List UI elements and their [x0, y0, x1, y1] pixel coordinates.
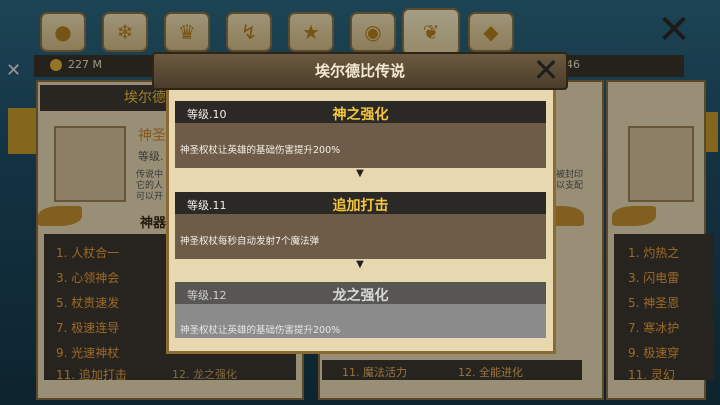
- close-icon[interactable]: ✕: [528, 54, 564, 88]
- chevron-down-icon: ▼: [356, 168, 364, 179]
- upgrade-name: 神之强化: [332, 107, 389, 123]
- upgrade-description: 神圣权杖让英雄的基础伤害提升200%: [180, 145, 341, 156]
- dialog-title: 埃尔德比传说: [314, 62, 405, 80]
- upgrade-description: 神圣权杖每秒自动发射7个魔法弹: [180, 236, 320, 247]
- chevron-down-icon: ▼: [356, 259, 364, 270]
- upgrade-name: 龙之强化: [332, 288, 389, 304]
- upgrade-name: 追加打击: [332, 198, 389, 214]
- upgrade-description: 神圣权杖让英雄的基础伤害提升200%: [180, 325, 341, 336]
